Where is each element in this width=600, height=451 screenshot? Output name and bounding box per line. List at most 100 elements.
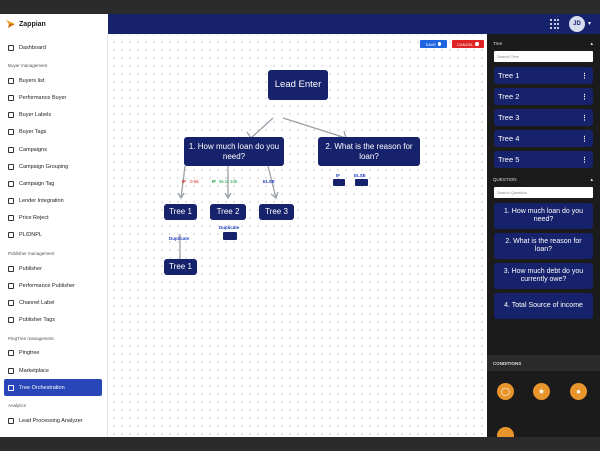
zappian-logo-icon xyxy=(6,20,15,28)
tree-list-item[interactable]: Tree 1 ⋮ xyxy=(494,67,593,84)
user-icon[interactable]: ● xyxy=(570,383,587,400)
sidebar-item-label: Pingtree xyxy=(19,350,40,357)
lead-enter-node[interactable]: Lead Enter xyxy=(268,70,328,100)
sidebar-item-label: Campaigns xyxy=(19,146,47,153)
tree-section-header[interactable]: Tree ▲ xyxy=(487,36,600,50)
tree-list-label: Tree 2 xyxy=(498,92,520,101)
chevron-down-icon[interactable]: ▾ xyxy=(588,20,591,27)
sidebar-item-lead-processing-analyzer[interactable]: Lead Processing Analyzer xyxy=(0,412,107,429)
sidebar-item-lender-integration[interactable]: Lender Integration xyxy=(0,193,107,210)
avatar[interactable]: JD xyxy=(569,16,585,32)
close-icon xyxy=(475,42,479,46)
sidebar-item-channel-label[interactable]: Channel Label xyxy=(0,294,107,311)
sidebar-item-label: Performance Buyer xyxy=(19,94,67,101)
sidebar-section-title: Publisher management xyxy=(8,251,55,257)
question-section-header[interactable]: QUESTION ▲ xyxy=(487,172,600,186)
kebab-menu-icon[interactable]: ⋮ xyxy=(581,156,588,164)
sidebar-item-label: Price Reject xyxy=(19,215,49,222)
circle-icon[interactable]: ◯ xyxy=(497,383,514,400)
app-window: Zappian JD ▾ Dashboard Buyer management Bu… xyxy=(0,14,600,437)
kebab-menu-icon[interactable]: ⋮ xyxy=(581,114,588,122)
sidebar-item-publisher[interactable]: Publisher xyxy=(0,260,107,277)
tree-list-item[interactable]: Tree 4 ⋮ xyxy=(494,130,593,147)
duplicate-slot[interactable] xyxy=(223,232,237,240)
question-search-input[interactable]: Search Question xyxy=(494,187,593,198)
tree-list-label: Tree 5 xyxy=(498,155,520,164)
tree-node-2[interactable]: Tree 2 xyxy=(210,204,246,220)
sidebar-item-label: Buyers list xyxy=(19,77,45,84)
tree-node-1-duplicate[interactable]: Tree 1 xyxy=(164,259,197,275)
else-label-2: ELSE xyxy=(354,173,366,178)
sidebar-item-performance-publisher[interactable]: Performance Publisher xyxy=(0,277,107,294)
sidebar-item-label: Lead Processing Analyzer xyxy=(19,417,83,424)
tree-icon xyxy=(8,350,14,357)
if-label-2: IF xyxy=(212,179,216,184)
question-list-item[interactable]: 1. How much loan do you need? xyxy=(494,203,593,229)
sidebar-item-pl-dnpl[interactable]: PL/DNPL xyxy=(0,227,107,244)
sidebar-section-title: Analytics xyxy=(8,403,27,409)
store-icon xyxy=(8,367,14,374)
sidebar-item-buyer-labels[interactable]: Buyer Labels xyxy=(0,107,107,124)
sidebar-item-dashboard[interactable]: Dashboard xyxy=(0,39,107,56)
tree-search-input[interactable]: Search Tree xyxy=(494,51,593,62)
sidebar-item-campaign-tag[interactable]: Campaign Tag xyxy=(0,175,107,192)
integration-icon xyxy=(8,198,14,205)
tag-icon xyxy=(8,317,14,324)
condition-icon-partial[interactable] xyxy=(497,427,514,437)
sidebar-item-price-reject[interactable]: Price Reject xyxy=(0,210,107,227)
list-icon xyxy=(8,77,14,84)
sidebar-item-label: PL/DNPL xyxy=(19,232,42,239)
tree-list-item[interactable]: Tree 2 ⋮ xyxy=(494,88,593,105)
save-button[interactable]: SAVE xyxy=(420,40,447,48)
else-label-1: ELSE xyxy=(263,179,275,184)
sidebar-item-buyer-tags[interactable]: Buyer Tags xyxy=(0,124,107,141)
brand-logo[interactable]: Zappian xyxy=(0,14,108,34)
channel-icon xyxy=(8,300,14,307)
star-icon[interactable]: ★ xyxy=(533,383,550,400)
sidebar-item-performance-buyer[interactable]: Performance Buyer xyxy=(0,89,107,106)
question-node-2[interactable]: 2. What is the reason for loan? xyxy=(318,137,420,166)
tree-section-title: Tree xyxy=(493,40,503,46)
sidebar-item-publisher-tags[interactable]: Publisher Tags xyxy=(0,312,107,329)
tree-canvas[interactable]: SAVE CANCEL Lead Enter 1. How much loan … xyxy=(108,34,487,437)
sidebar: Dashboard Buyer management Buyers list Perf… xyxy=(0,34,108,437)
tree-list-item[interactable]: Tree 3 ⋮ xyxy=(494,109,593,126)
label-icon xyxy=(8,112,14,119)
save-icon xyxy=(437,42,442,46)
sidebar-item-campaign-grouping[interactable]: Campaign Grouping xyxy=(0,158,107,175)
range-label-1: 0-5k xyxy=(190,179,199,184)
sidebar-item-label: Lender Integration xyxy=(19,198,64,205)
chevron-up-icon[interactable]: ▲ xyxy=(590,177,594,182)
kebab-menu-icon[interactable]: ⋮ xyxy=(581,72,588,80)
sidebar-item-pingtree[interactable]: Pingtree xyxy=(0,345,107,362)
tree-icon xyxy=(8,384,14,391)
conditions-header[interactable]: CONDITIONS xyxy=(487,355,600,371)
question-list-item[interactable]: 2. What is the reason for loan? xyxy=(494,233,593,259)
question-list-item[interactable]: 3. How much debt do you currently owe? xyxy=(494,263,593,289)
sidebar-item-label: Dashboard xyxy=(19,44,46,51)
sidebar-item-label: Buyer Tags xyxy=(19,129,47,136)
tree-node-1[interactable]: Tree 1 xyxy=(164,204,197,220)
duplicate-label-2: Duplicate xyxy=(219,225,240,230)
condition-slot-if[interactable] xyxy=(333,179,345,186)
sidebar-item-label: Campaign Tag xyxy=(19,180,55,187)
tree-node-3[interactable]: Tree 3 xyxy=(259,204,294,220)
question-list-item[interactable]: 4. Total Source of income xyxy=(494,293,593,319)
apps-grid-icon[interactable] xyxy=(550,19,560,29)
sidebar-item-label: Tree Orchestration xyxy=(19,384,65,391)
sidebar-item-marketplace[interactable]: Marketplace xyxy=(0,362,107,379)
kebab-menu-icon[interactable]: ⋮ xyxy=(581,135,588,143)
kebab-menu-icon[interactable]: ⋮ xyxy=(581,93,588,101)
price-icon xyxy=(8,215,14,222)
sidebar-item-tree-orchestration[interactable]: Tree Orchestration xyxy=(4,379,102,397)
duplicate-label-1: Duplicate xyxy=(169,236,190,241)
tree-list-label: Tree 4 xyxy=(498,134,520,143)
chevron-up-icon[interactable]: ▲ xyxy=(590,41,594,46)
tree-list-item[interactable]: Tree 5 ⋮ xyxy=(494,151,593,168)
cancel-button[interactable]: CANCEL xyxy=(452,40,484,48)
publisher-icon xyxy=(8,265,14,272)
condition-slot-else[interactable] xyxy=(355,179,368,186)
sidebar-item-campaigns[interactable]: Campaigns xyxy=(0,141,107,158)
question-node-1[interactable]: 1. How much loan do you need? xyxy=(184,137,284,166)
sidebar-item-buyers-list[interactable]: Buyers list xyxy=(0,72,107,89)
